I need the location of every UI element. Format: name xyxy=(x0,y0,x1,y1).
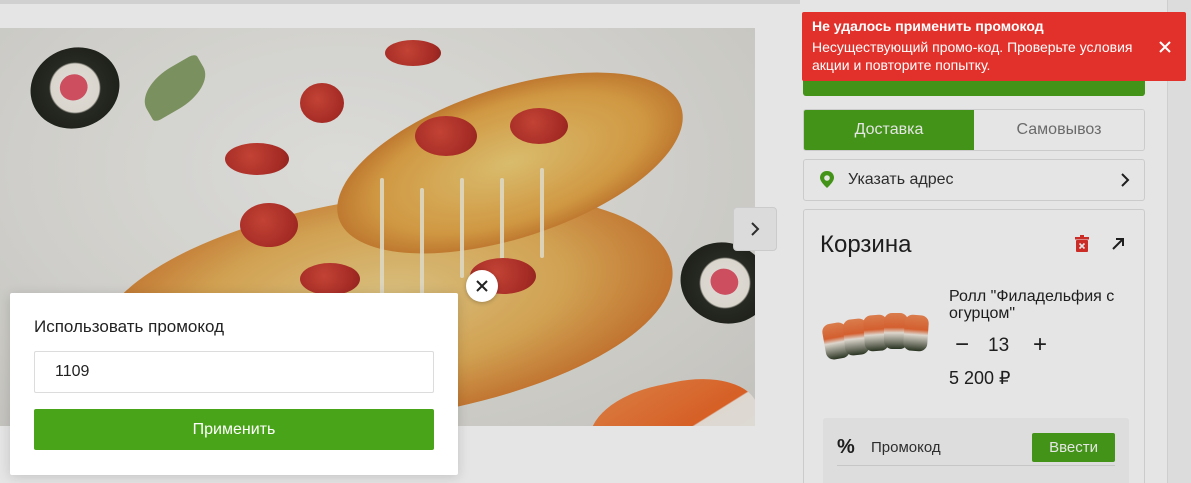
toast-message: Несуществующий промо-код. Проверьте усло… xyxy=(812,39,1133,73)
close-icon xyxy=(476,280,488,292)
error-toast: Не удалось применить промокод Несуществу… xyxy=(802,12,1186,81)
promo-code-modal: Использовать промокод Применить xyxy=(10,293,458,475)
modal-close-button[interactable] xyxy=(466,270,498,302)
close-icon[interactable] xyxy=(1158,40,1172,54)
apply-promo-button[interactable]: Применить xyxy=(34,409,434,450)
toast-title: Не удалось применить промокод xyxy=(812,18,1044,34)
promo-code-input[interactable] xyxy=(34,351,434,393)
modal-title: Использовать промокод xyxy=(34,317,225,336)
